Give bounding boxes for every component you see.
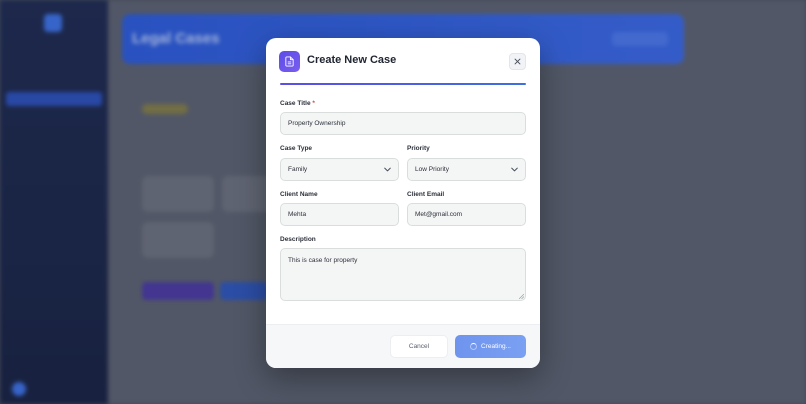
close-button[interactable] [509, 53, 526, 70]
header-accent-bar [280, 83, 526, 85]
document-icon [279, 51, 300, 72]
chevron-down-icon [511, 167, 518, 172]
case-title-label-text: Case Title [280, 100, 311, 107]
modal-title: Create New Case [307, 54, 397, 66]
description-textarea[interactable]: This is case for property [280, 248, 526, 301]
create-case-modal: Create New Case Case Title * Case Type F… [266, 38, 540, 368]
close-icon [514, 58, 521, 65]
case-type-select[interactable]: Family [280, 158, 399, 181]
resize-handle-icon[interactable] [519, 294, 524, 299]
client-email-input[interactable] [407, 203, 526, 226]
priority-label: Priority [407, 145, 430, 152]
create-button-label: Creating... [481, 343, 511, 350]
modal-header: Create New Case [266, 38, 540, 84]
priority-value: Low Priority [415, 166, 449, 173]
client-email-label: Client Email [407, 191, 445, 198]
case-title-label: Case Title * [280, 100, 315, 107]
loading-spinner-icon [470, 343, 477, 350]
required-indicator: * [312, 100, 315, 107]
cancel-button[interactable]: Cancel [390, 335, 448, 358]
chevron-down-icon [384, 167, 391, 172]
case-title-input[interactable] [280, 112, 526, 135]
case-type-value: Family [288, 166, 308, 173]
priority-select[interactable]: Low Priority [407, 158, 526, 181]
create-case-button[interactable]: Creating... [455, 335, 526, 358]
client-name-label: Client Name [280, 191, 318, 198]
case-type-label: Case Type [280, 145, 313, 152]
description-label: Description [280, 236, 316, 243]
client-name-input[interactable] [280, 203, 399, 226]
